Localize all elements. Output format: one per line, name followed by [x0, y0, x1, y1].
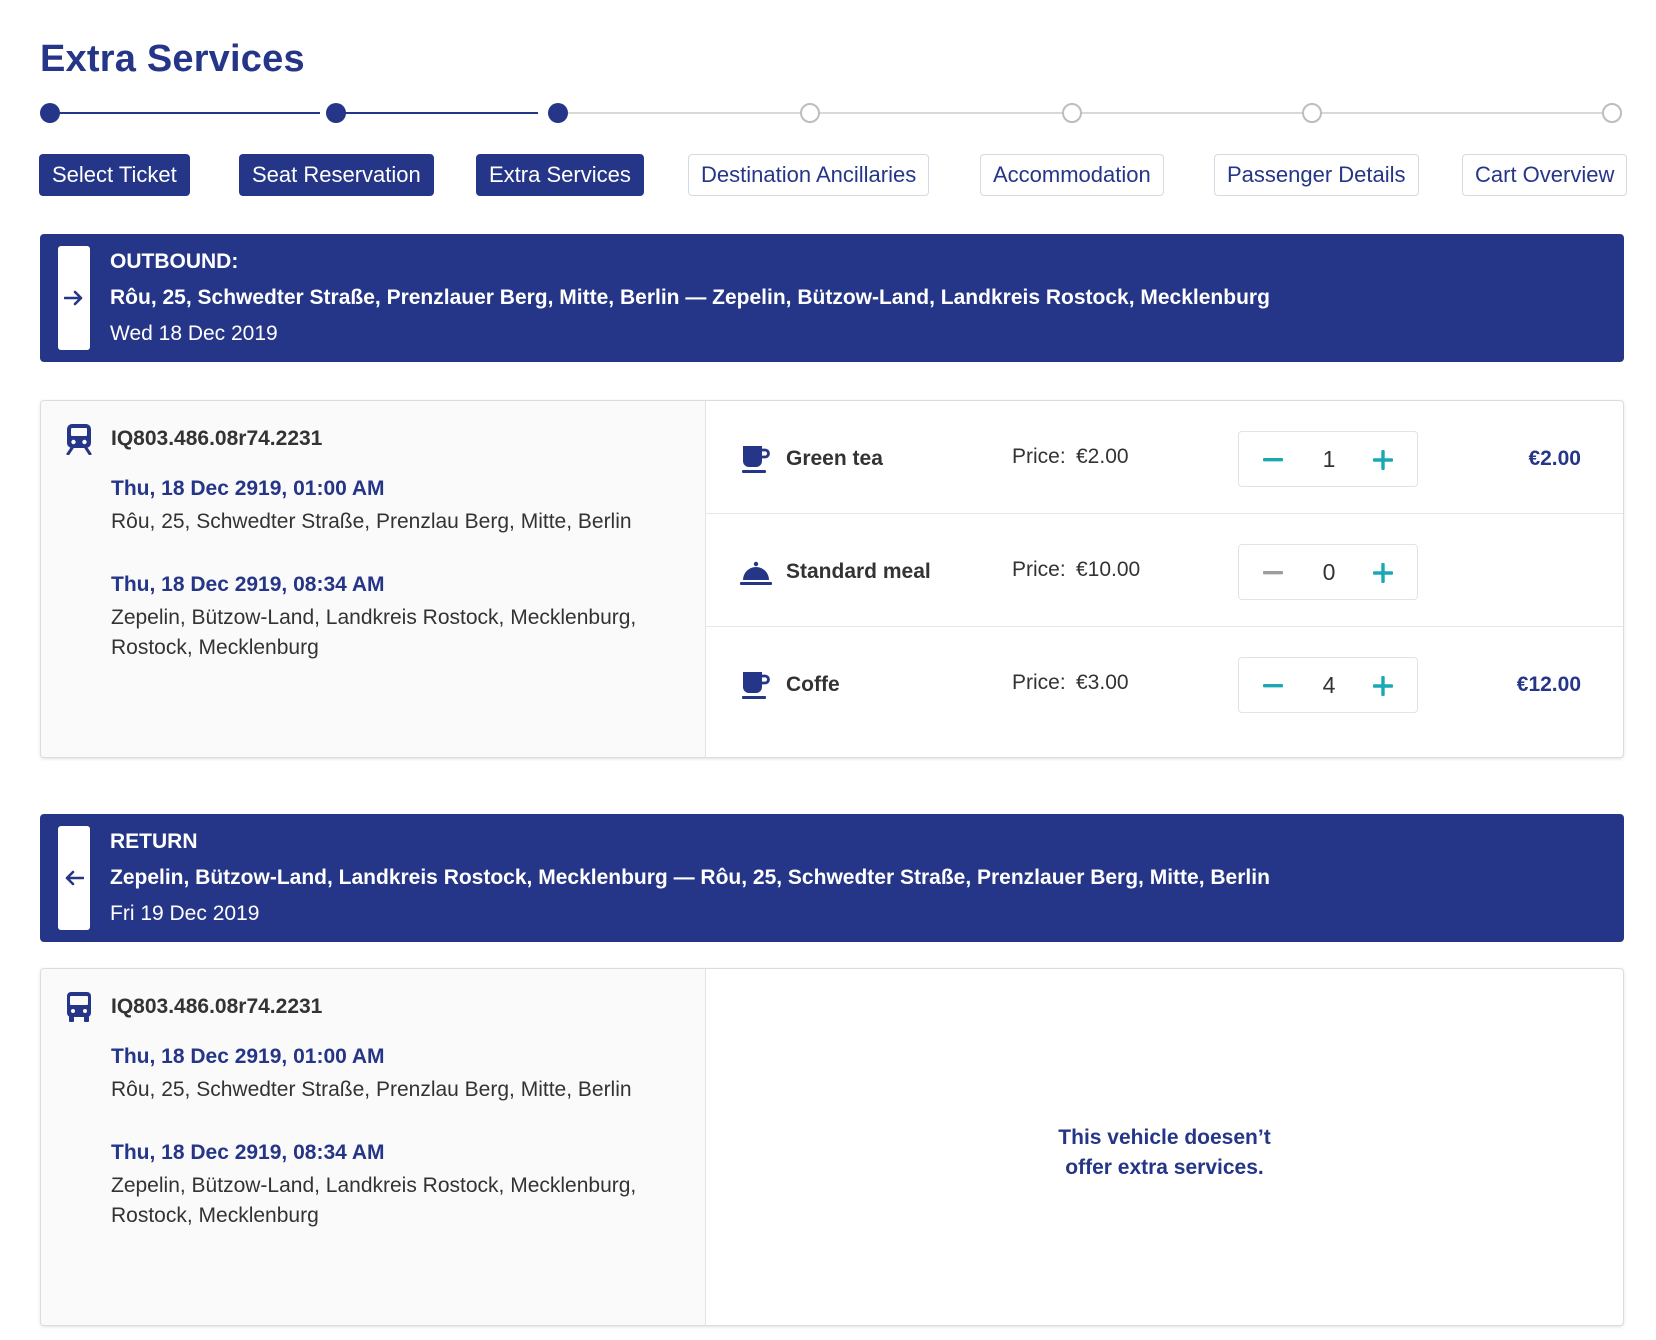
service-name: Green tea — [786, 447, 883, 470]
quantity-stepper-green-tea: 1 — [1238, 431, 1418, 487]
stepper-line-2 — [328, 112, 538, 114]
outbound-banner: OUTBOUND: Rôu, 25, Schwedter Straße, Pre… — [40, 234, 1624, 362]
quantity-value: 0 — [1322, 559, 1336, 585]
return-banner: RETURN Zepelin, Bützow-Land, Landkreis R… — [40, 814, 1624, 942]
page-title: Extra Services — [40, 38, 305, 80]
decrease-quantity-button[interactable] — [1257, 444, 1289, 476]
quantity-value: 1 — [1322, 446, 1336, 472]
service-name: Standard meal — [786, 560, 931, 583]
outbound-services-list: Green tea Price: €2.00 1 €2.00 Standard … — [706, 401, 1623, 757]
service-price: €2.00 — [1076, 445, 1129, 468]
decrease-quantity-button[interactable] — [1257, 557, 1289, 589]
stepper-dot-accommodation — [1062, 103, 1082, 123]
outbound-departure-time: Thu, 18 Dec 2919, 01:00 AM — [111, 477, 385, 500]
step-seat-reservation-button[interactable]: Seat Reservation — [239, 154, 434, 196]
service-price-label: Price: — [1012, 558, 1066, 581]
arrow-right-icon — [58, 246, 90, 350]
return-direction-tab — [58, 826, 90, 930]
return-arrival-time: Thu, 18 Dec 2919, 08:34 AM — [111, 1141, 385, 1164]
outbound-trip-details: IQ803.486.08r74.2231 Thu, 18 Dec 2919, 0… — [41, 401, 706, 757]
service-total: €2.00 — [1528, 447, 1581, 470]
decrease-quantity-button[interactable] — [1257, 670, 1289, 702]
outbound-departure-place: Rôu, 25, Schwedter Straße, Prenzlau Berg… — [111, 510, 632, 533]
service-total: €12.00 — [1516, 673, 1581, 696]
return-trip-code: IQ803.486.08r74.2231 — [111, 995, 323, 1018]
stepper-dot-destination-ancillaries — [800, 103, 820, 123]
outbound-trip-code: IQ803.486.08r74.2231 — [111, 427, 323, 450]
outbound-date: Wed 18 Dec 2019 — [110, 322, 278, 345]
return-departure-time: Thu, 18 Dec 2919, 01:00 AM — [111, 1045, 385, 1068]
step-extra-services-button[interactable]: Extra Services — [476, 154, 644, 196]
service-price-label: Price: — [1012, 445, 1066, 468]
coffee-cup-icon — [740, 443, 770, 475]
increase-quantity-button[interactable] — [1367, 670, 1399, 702]
return-label: RETURN — [110, 830, 198, 853]
step-select-ticket-button[interactable]: Select Ticket — [39, 154, 190, 196]
stepper-dot-passenger-details — [1302, 103, 1322, 123]
progress-stepper — [40, 102, 1624, 126]
service-row-standard-meal: Standard meal Price: €10.00 0 — [706, 514, 1623, 627]
outbound-direction-tab — [58, 246, 90, 350]
return-departure-place: Rôu, 25, Schwedter Straße, Prenzlau Berg… — [111, 1078, 632, 1101]
outbound-arrival-time: Thu, 18 Dec 2919, 08:34 AM — [111, 573, 385, 596]
stepper-line-1 — [48, 112, 320, 114]
stepper-dot-select-ticket — [40, 103, 60, 123]
step-destination-ancillaries-button[interactable]: Destination Ancillaries — [688, 154, 930, 196]
quantity-stepper-standard-meal: 0 — [1238, 544, 1418, 600]
return-date: Fri 19 Dec 2019 — [110, 902, 260, 925]
service-price: €10.00 — [1076, 558, 1141, 581]
step-passenger-details-button[interactable]: Passenger Details — [1214, 154, 1419, 196]
arrow-left-icon — [58, 826, 90, 930]
outbound-arrival-place: Zepelin, Bützow-Land, Landkreis Rostock,… — [111, 606, 637, 659]
no-extra-services-message: This vehicle doesen’t offer extra servic… — [706, 1123, 1623, 1183]
increase-quantity-button[interactable] — [1367, 557, 1399, 589]
meal-cloche-icon — [740, 556, 772, 588]
step-cart-overview-button[interactable]: Cart Overview — [1462, 154, 1628, 196]
service-price: €3.00 — [1076, 671, 1129, 694]
stepper-dot-seat-reservation — [326, 103, 346, 123]
stepper-dot-cart-overview — [1602, 103, 1622, 123]
stepper-line-remaining — [548, 112, 1616, 114]
return-route: Zepelin, Bützow-Land, Landkreis Rostock,… — [110, 866, 1270, 889]
no-services-line-1: This vehicle doesen’t — [1058, 1126, 1271, 1149]
return-arrival-place: Zepelin, Bützow-Land, Landkreis Rostock,… — [111, 1174, 637, 1227]
train-icon — [65, 423, 93, 456]
step-accommodation-button[interactable]: Accommodation — [980, 154, 1164, 196]
no-services-line-2: offer extra services. — [1065, 1156, 1264, 1179]
return-services-area: This vehicle doesen’t offer extra servic… — [706, 969, 1623, 1325]
return-trip-details: IQ803.486.08r74.2231 Thu, 18 Dec 2919, 0… — [41, 969, 706, 1325]
outbound-trip-card: IQ803.486.08r74.2231 Thu, 18 Dec 2919, 0… — [40, 400, 1624, 758]
service-name: Coffe — [786, 673, 840, 696]
bus-icon — [65, 991, 93, 1023]
outbound-label: OUTBOUND: — [110, 250, 239, 273]
stepper-dot-extra-services — [548, 103, 568, 123]
coffee-cup-icon — [740, 669, 770, 701]
outbound-route: Rôu, 25, Schwedter Straße, Prenzlauer Be… — [110, 286, 1270, 309]
quantity-stepper-coffe: 4 — [1238, 657, 1418, 713]
service-price-label: Price: — [1012, 671, 1066, 694]
quantity-value: 4 — [1322, 672, 1336, 698]
increase-quantity-button[interactable] — [1367, 444, 1399, 476]
service-row-coffe: Coffe Price: €3.00 4 €12.00 — [706, 627, 1623, 740]
service-row-green-tea: Green tea Price: €2.00 1 €2.00 — [706, 401, 1623, 514]
return-trip-card: IQ803.486.08r74.2231 Thu, 18 Dec 2919, 0… — [40, 968, 1624, 1326]
